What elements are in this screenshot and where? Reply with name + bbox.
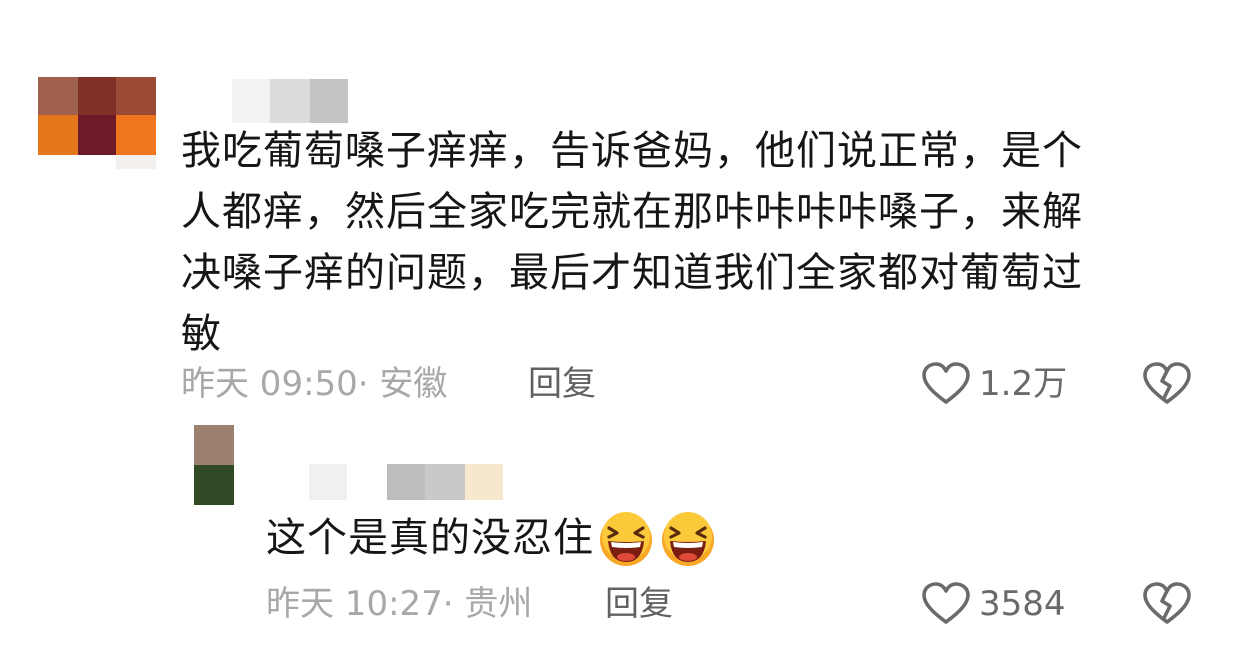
avatar-pixel bbox=[116, 115, 156, 155]
avatar-pixel bbox=[194, 425, 234, 465]
comment-text-line: 决嗓子痒的问题，最后才知道我们全家都对葡萄过 bbox=[181, 250, 1083, 296]
reply-time-location: 昨天 10:27· 贵州 bbox=[266, 584, 533, 624]
like-count: 3584 bbox=[979, 584, 1066, 624]
like-button[interactable]: 1.2万 bbox=[921, 362, 1067, 406]
laughing-emoji-icon bbox=[662, 512, 714, 566]
comment-text-line: 人都痒，然后全家吃完就在那咔咔咔咔嗓子，来解 bbox=[181, 189, 1083, 235]
avatar-pixel bbox=[38, 77, 78, 115]
like-count: 1.2万 bbox=[979, 364, 1068, 404]
username-pixel bbox=[387, 464, 425, 500]
reply-text-line: 这个是真的没忍住 bbox=[266, 508, 716, 569]
avatar-pixel bbox=[116, 77, 156, 115]
broken-heart-icon[interactable] bbox=[1142, 362, 1192, 406]
reply-button[interactable]: 回复 bbox=[605, 584, 673, 624]
broken-heart-icon[interactable] bbox=[1142, 582, 1192, 626]
username-pixel bbox=[425, 464, 465, 500]
username-pixel bbox=[309, 464, 347, 500]
avatar[interactable] bbox=[194, 425, 234, 505]
avatar-pixel bbox=[194, 465, 234, 505]
avatar-pixel bbox=[78, 77, 116, 115]
avatar-pixel bbox=[38, 115, 78, 155]
laughing-emoji-icon bbox=[600, 512, 652, 566]
username-pixel bbox=[270, 79, 310, 123]
username-pixel bbox=[310, 79, 348, 123]
username[interactable] bbox=[232, 79, 348, 123]
reply-text: 这个是真的没忍住 bbox=[266, 515, 594, 561]
avatar-pixel bbox=[78, 115, 116, 155]
heart-outline-icon bbox=[922, 582, 970, 624]
heart-outline-icon bbox=[922, 362, 970, 404]
username-pixel bbox=[465, 464, 503, 500]
comment-time-location: 昨天 09:50· 安徽 bbox=[181, 364, 448, 404]
username-pixel bbox=[232, 79, 270, 123]
like-button[interactable]: 3584 bbox=[921, 582, 1066, 626]
avatar[interactable] bbox=[38, 77, 156, 169]
avatar-pixel bbox=[116, 155, 156, 169]
comment-text-line: 敏 bbox=[181, 311, 222, 357]
username[interactable] bbox=[309, 464, 503, 500]
comment-text-line: 我吃葡萄嗓子痒痒，告诉爸妈，他们说正常，是个 bbox=[181, 128, 1083, 174]
reply-button[interactable]: 回复 bbox=[528, 364, 596, 404]
